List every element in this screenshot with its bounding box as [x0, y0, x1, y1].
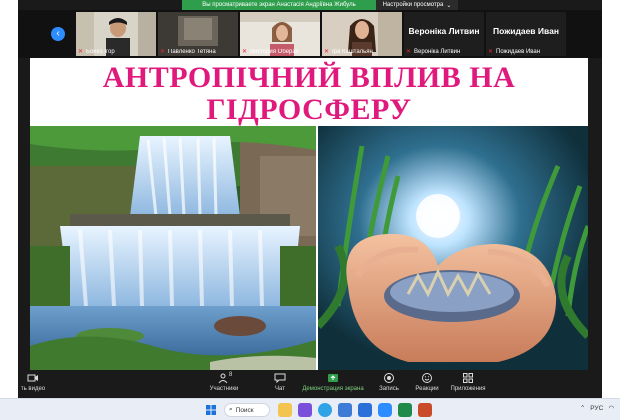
- share-screen-button[interactable]: Демонстрация экрана: [300, 372, 366, 392]
- participant-display-name: Пожидаев Иван: [493, 26, 559, 36]
- participant-tile[interactable]: Вероніка Литвин ✕ Вероніка Литвин: [404, 12, 484, 56]
- video-button[interactable]: ть видео: [18, 372, 48, 392]
- zoom-app-icon[interactable]: [378, 403, 392, 417]
- file-explorer-icon[interactable]: [278, 403, 292, 417]
- chat-button[interactable]: Чат: [268, 372, 292, 392]
- share-banner: Вы просматриваете экран Анастасія Андрії…: [182, 0, 458, 10]
- system-tray: ⌃ РУС ◠: [580, 404, 614, 413]
- participant-tile[interactable]: ✕ Іра Каштальян: [322, 12, 402, 56]
- meeting-toolbar: ть видео Участники 8 Чат Демонстрация эк…: [18, 370, 602, 398]
- language-indicator[interactable]: РУС: [590, 405, 603, 412]
- participant-name: Бойко Ігор: [86, 49, 115, 55]
- share-banner-message: Вы просматриваете экран Анастасія Андрії…: [182, 0, 376, 10]
- participant-name: Павленко Тетяна: [168, 49, 216, 55]
- apps-label: Приложения: [450, 386, 486, 392]
- participant-tile[interactable]: ✕ Виктория Обераз: [240, 12, 320, 56]
- taskbar-search[interactable]: ⌕ Поиск: [224, 403, 270, 417]
- powerpoint-app-icon[interactable]: [418, 403, 432, 417]
- search-icon: ⌕: [229, 406, 233, 413]
- slide-title: АНТРОПІЧНИЙ ВПЛИВ НА ГІДРОСФЕРУ: [30, 62, 588, 126]
- excel-app-icon[interactable]: [398, 403, 412, 417]
- gallery-prev-button[interactable]: ‹: [51, 27, 65, 41]
- participant-gallery: ‹ ✕ Бойко Ігор ✕ Павленко Тетяна ✕ Викто…: [18, 10, 602, 58]
- reactions-button[interactable]: Реакции: [412, 372, 442, 392]
- chevron-up-icon[interactable]: ⌃: [580, 404, 585, 412]
- share-screen-label: Демонстрация экрана: [302, 386, 364, 392]
- smiley-icon: [422, 373, 432, 383]
- video-camera-icon: [27, 374, 38, 382]
- participant-name: Іра Каштальян: [332, 49, 373, 55]
- mail-app-icon[interactable]: [338, 403, 352, 417]
- view-options-button[interactable]: Настройки просмотра ⌄: [376, 0, 458, 10]
- windows-taskbar: ⌕ Поиск ⌃ РУС ◠: [0, 398, 620, 420]
- chat-label: Чат: [275, 386, 285, 392]
- participant-name: Виктория Обераз: [250, 49, 299, 55]
- participants-label: Участники: [209, 386, 239, 392]
- search-label: Поиск: [235, 406, 254, 414]
- share-screen-icon: [328, 374, 338, 382]
- hands-water-image: [318, 126, 588, 370]
- reactions-label: Реакции: [415, 386, 439, 392]
- desktop: Вы просматриваете экран Анастасія Андрії…: [0, 0, 620, 420]
- slide-title-line-2: ГІДРОСФЕРУ: [206, 93, 412, 126]
- participant-name: Пожидаев Иван: [496, 49, 541, 55]
- participant-tile[interactable]: ✕ Бойко Ігор: [76, 12, 156, 56]
- store-app-icon[interactable]: [358, 403, 372, 417]
- video-label: ть видео: [20, 386, 46, 392]
- chat-bubble-icon: [274, 373, 286, 384]
- apps-grid-icon: [463, 373, 473, 383]
- shared-screen-slide: АНТРОПІЧНИЙ ВПЛИВ НА ГІДРОСФЕРУ: [30, 58, 588, 370]
- windows-start-icon[interactable]: [204, 403, 218, 417]
- chevron-down-icon: ⌄: [446, 2, 452, 9]
- record-icon: [384, 373, 394, 383]
- wifi-icon[interactable]: ◠: [608, 404, 614, 412]
- participants-button[interactable]: Участники: [204, 372, 244, 392]
- participant-tile[interactable]: ✕ Павленко Тетяна: [158, 12, 238, 56]
- slide-title-line-1: АНТРОПІЧНИЙ ВПЛИВ НА: [102, 61, 516, 94]
- participant-display-name: Вероніка Литвин: [408, 26, 480, 36]
- waterfall-image: [30, 126, 316, 370]
- participants-count: 8: [229, 372, 233, 378]
- participant-name: Вероніка Литвин: [414, 49, 461, 55]
- apps-button[interactable]: Приложения: [448, 372, 488, 392]
- zoom-meeting-window: Вы просматриваете экран Анастасія Андрії…: [18, 0, 602, 398]
- view-options-label: Настройки просмотра: [382, 2, 444, 8]
- chat-app-icon[interactable]: [298, 403, 312, 417]
- edge-browser-icon[interactable]: [318, 403, 332, 417]
- participant-tile[interactable]: Пожидаев Иван ✕ Пожидаев Иван: [486, 12, 566, 56]
- record-button[interactable]: Запись: [376, 372, 402, 392]
- record-label: Запись: [379, 386, 399, 392]
